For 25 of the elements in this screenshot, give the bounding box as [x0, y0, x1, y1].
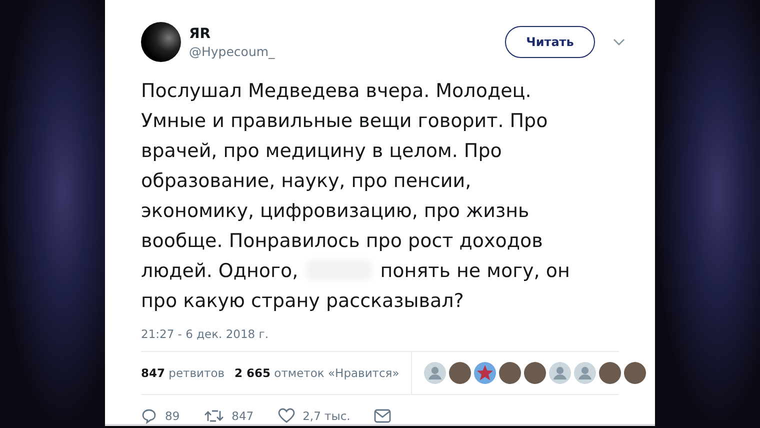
envelope-icon[interactable]	[374, 408, 392, 422]
avatar-photo[interactable]	[624, 362, 646, 384]
stat-count[interactable]: 2 665 отметок «Нравится»	[234, 366, 400, 380]
avatar-photo[interactable]	[524, 362, 546, 384]
tweet-timestamp[interactable]: 21:27 - 6 дек. 2018 г.	[141, 326, 619, 342]
default-avatar-icon[interactable]	[574, 362, 596, 384]
avatar-photo[interactable]	[141, 22, 181, 62]
default-avatar-icon[interactable]	[424, 362, 446, 384]
tweet-text: Послушал Медведева вчера. Молодец. Умные и правильные вещи говорит. Про врачей, про медицину в целом. Про образование, науку, про пенсии, экономику, цифровизацию, про жизнь вообще. Понравилось про рост доходов людей. Одного, понять не могу, он про какую страну рассказывал?	[141, 79, 571, 314]
author-handle[interactable]: @Hypecoum_	[189, 42, 505, 60]
default-avatar-icon[interactable]	[549, 362, 572, 384]
retweet-icon[interactable]	[204, 408, 224, 422]
stat-count[interactable]: 847 ретвитов	[141, 366, 225, 380]
avatar-photo[interactable]	[499, 362, 522, 384]
action-count: 847	[232, 408, 254, 422]
chevron-down-icon[interactable]	[613, 38, 625, 46]
heart-icon[interactable]	[278, 408, 295, 423]
star-avatar-icon[interactable]	[474, 362, 496, 384]
avatar-photo[interactable]	[449, 362, 472, 384]
follow-button[interactable]: Читать	[505, 26, 595, 58]
reply-icon[interactable]	[141, 408, 157, 424]
action-count: 2,7 тыс.	[302, 408, 350, 422]
author-name[interactable]: ЯR	[189, 24, 505, 42]
avatar-photo[interactable]	[599, 362, 622, 384]
action-count: 89	[165, 408, 180, 422]
